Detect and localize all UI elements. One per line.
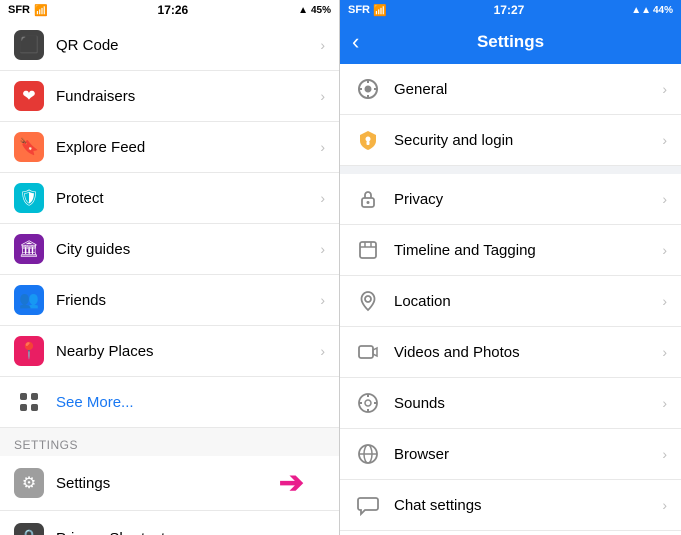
location-icon <box>354 287 382 315</box>
settings-row-blocking[interactable]: Blocking › <box>340 531 681 535</box>
chevron-icon: › <box>320 292 325 308</box>
settings-section-header: SETTINGS <box>0 428 339 456</box>
back-button[interactable]: ‹ <box>352 29 359 55</box>
sidebar-item-settings[interactable]: ⚙ Settings ➔ <box>0 456 339 511</box>
chevron-icon: › <box>662 446 667 462</box>
chevron-icon: › <box>662 395 667 411</box>
fundraisers-label: Fundraisers <box>56 88 320 105</box>
chevron-icon: › <box>662 293 667 309</box>
sounds-label: Sounds <box>394 395 662 412</box>
sidebar-item-explore-feed[interactable]: 🔖 Explore Feed › <box>0 122 339 173</box>
city-guides-label: City guides <box>56 241 320 258</box>
privacy-label: Privacy <box>394 191 662 208</box>
right-battery: ▲▲ 44% <box>631 5 673 16</box>
left-panel: SFR 📶 17:26 ▲ 45% ⬛ QR Code › ❤ Fundrais… <box>0 0 340 535</box>
settings-icon: ⚙ <box>14 468 44 498</box>
chevron-icon: › <box>662 242 667 258</box>
fundraisers-icon: ❤ <box>14 81 44 111</box>
timeline-tagging-icon <box>354 236 382 264</box>
chat-settings-label: Chat settings <box>394 497 662 514</box>
settings-row-chat-settings[interactable]: Chat settings › <box>340 480 681 531</box>
right-wifi-icon: 📶 <box>373 4 387 17</box>
browser-icon <box>354 440 382 468</box>
sidebar-item-friends[interactable]: 👥 Friends › <box>0 275 339 326</box>
right-panel: SFR 📶 17:27 ▲▲ 44% ‹ Settings General › … <box>340 0 681 535</box>
right-carrier: SFR 📶 <box>348 4 387 17</box>
carrier-text: SFR <box>8 4 30 16</box>
browser-label: Browser <box>394 446 662 463</box>
nearby-places-icon: 📍 <box>14 336 44 366</box>
left-time: 17:26 <box>158 3 189 17</box>
chevron-icon: › <box>320 241 325 257</box>
right-time: 17:27 <box>494 3 525 17</box>
protect-label: Protect <box>56 190 320 207</box>
right-status-bar: SFR 📶 17:27 ▲▲ 44% <box>340 0 681 20</box>
settings-row-general[interactable]: General › <box>340 64 681 115</box>
privacy-shortcuts-label: Privacy Shortcuts <box>56 530 320 535</box>
nearby-places-label: Nearby Places <box>56 343 320 360</box>
sidebar-item-city-guides[interactable]: 🏛 City guides › <box>0 224 339 275</box>
signal-icon: ▲ <box>298 5 308 16</box>
chevron-icon: › <box>662 191 667 207</box>
protect-icon: 🛡 <box>14 183 44 213</box>
settings-page-title: Settings <box>477 32 544 52</box>
right-header: ‹ Settings <box>340 20 681 64</box>
left-battery: ▲ 45% <box>298 5 331 16</box>
sidebar-item-qr-code[interactable]: ⬛ QR Code › <box>0 20 339 71</box>
group-gap <box>340 166 681 174</box>
see-more-item[interactable]: See More... <box>0 377 339 428</box>
explore-feed-icon: 🔖 <box>14 132 44 162</box>
sidebar-item-fundraisers[interactable]: ❤ Fundraisers › <box>0 71 339 122</box>
see-more-icon <box>14 387 44 417</box>
chevron-icon: › <box>662 81 667 97</box>
right-signal: ▲▲ <box>631 5 651 16</box>
explore-feed-label: Explore Feed <box>56 139 320 156</box>
chevron-icon: › <box>662 132 667 148</box>
settings-row-timeline-tagging[interactable]: Timeline and Tagging › <box>340 225 681 276</box>
chevron-icon: › <box>320 37 325 53</box>
left-status-carrier: SFR 📶 <box>8 4 48 17</box>
privacy-icon <box>354 185 382 213</box>
timeline-tagging-label: Timeline and Tagging <box>394 242 662 259</box>
security-login-icon <box>354 126 382 154</box>
chevron-icon: › <box>320 530 325 535</box>
left-status-bar: SFR 📶 17:26 ▲ 45% <box>0 0 339 20</box>
qr-code-icon: ⬛ <box>14 30 44 60</box>
sidebar-item-privacy-shortcuts[interactable]: 🔒 Privacy Shortcuts › <box>0 511 339 535</box>
chevron-icon: › <box>320 343 325 359</box>
pink-arrow-left: ➔ <box>279 466 304 501</box>
chevron-icon: › <box>662 344 667 360</box>
videos-photos-label: Videos and Photos <box>394 344 662 361</box>
chevron-icon: › <box>320 190 325 206</box>
chevron-icon: › <box>320 88 325 104</box>
friends-label: Friends <box>56 292 320 309</box>
chevron-icon: › <box>662 497 667 513</box>
settings-row-security-login[interactable]: Security and login › <box>340 115 681 166</box>
chevron-icon: › <box>320 139 325 155</box>
videos-photos-icon <box>354 338 382 366</box>
sidebar-item-nearby-places[interactable]: 📍 Nearby Places › <box>0 326 339 377</box>
see-more-label[interactable]: See More... <box>56 394 325 411</box>
general-icon <box>354 75 382 103</box>
battery-text: 45% <box>311 5 331 16</box>
sidebar-item-protect[interactable]: 🛡 Protect › <box>0 173 339 224</box>
qr-code-label: QR Code <box>56 37 320 54</box>
chat-settings-icon <box>354 491 382 519</box>
left-menu-list: ⬛ QR Code › ❤ Fundraisers › 🔖 Explore Fe… <box>0 20 339 535</box>
sounds-icon <box>354 389 382 417</box>
privacy-shortcuts-icon: 🔒 <box>14 523 44 535</box>
city-guides-icon: 🏛 <box>14 234 44 264</box>
security-login-label: Security and login <box>394 132 662 149</box>
settings-row-browser[interactable]: Browser › <box>340 429 681 480</box>
friends-icon: 👥 <box>14 285 44 315</box>
settings-list: General › Security and login › Privacy ›… <box>340 64 681 535</box>
settings-row-privacy[interactable]: Privacy › <box>340 174 681 225</box>
general-label: General <box>394 81 662 98</box>
settings-row-videos-photos[interactable]: Videos and Photos › <box>340 327 681 378</box>
settings-row-sounds[interactable]: Sounds › <box>340 378 681 429</box>
settings-row-location[interactable]: Location › <box>340 276 681 327</box>
location-label: Location <box>394 293 662 310</box>
wifi-icon: 📶 <box>34 4 48 17</box>
